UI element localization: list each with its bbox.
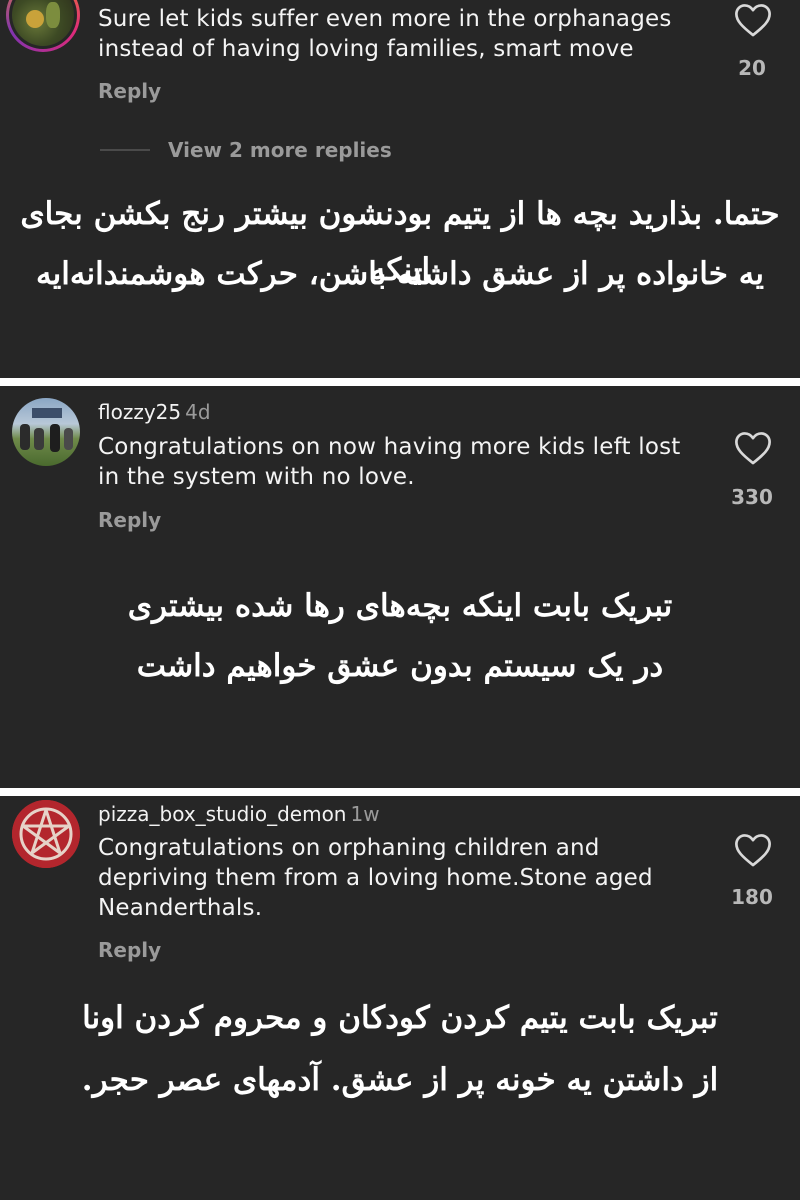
- comment-panel-1: Sure let kids suffer even more in the or…: [0, 0, 800, 378]
- comment-text: Congratulations on orphaning children an…: [98, 835, 653, 921]
- translation-line-1: تبریک بابت اینکه بچه‌های رها شده بیشتری: [127, 588, 673, 624]
- view-more-replies-button[interactable]: View 2 more replies: [168, 138, 392, 162]
- username-row: pizza_box_studio_demon 1w: [98, 802, 380, 826]
- heart-outline-icon[interactable]: [734, 832, 772, 868]
- view-more-divider: [100, 149, 150, 151]
- image-divider: [0, 788, 800, 796]
- reply-button[interactable]: Reply: [98, 938, 161, 962]
- comment-panel-2: flozzy25 4d Congratulations on now having…: [0, 386, 800, 788]
- avatar-pizza-box-studio-demon[interactable]: [12, 800, 80, 868]
- timestamp: 1w: [350, 802, 380, 826]
- comment-panel-3: pizza_box_studio_demon 1w Congratulations…: [0, 796, 800, 1200]
- translation-line-2: یه خانواده پر از عشق داشته باشن، حرکت هو…: [36, 256, 764, 292]
- translation-line-1: تبریک بابت یتیم کردن کودکان و محروم کردن…: [82, 1000, 718, 1036]
- avatar-flozzy25[interactable]: [12, 398, 80, 466]
- image-divider: [0, 378, 800, 386]
- pentagram-icon: [12, 800, 80, 868]
- username-row: flozzy25 4d: [98, 400, 211, 424]
- reply-button[interactable]: Reply: [98, 508, 161, 532]
- like-count: 20: [738, 56, 766, 80]
- heart-outline-icon[interactable]: [734, 430, 772, 466]
- username[interactable]: pizza_box_studio_demon: [98, 802, 346, 826]
- comment-text: Congratulations on now having more kids …: [98, 434, 681, 490]
- translation-line-2: از داشتن یه خونه پر از عشق. آدمهای عصر ح…: [81, 1062, 719, 1098]
- avatar-commenter-1[interactable]: [6, 0, 80, 52]
- comment-text: Sure let kids suffer even more in the or…: [98, 6, 672, 62]
- like-count: 180: [731, 885, 773, 909]
- timestamp: 4d: [185, 400, 211, 424]
- heart-outline-icon[interactable]: [734, 2, 772, 38]
- like-count: 330: [731, 485, 773, 509]
- reply-button[interactable]: Reply: [98, 79, 161, 103]
- translation-line-2: در یک سیستم بدون عشق خواهیم داشت: [136, 648, 664, 684]
- username[interactable]: flozzy25: [98, 400, 181, 424]
